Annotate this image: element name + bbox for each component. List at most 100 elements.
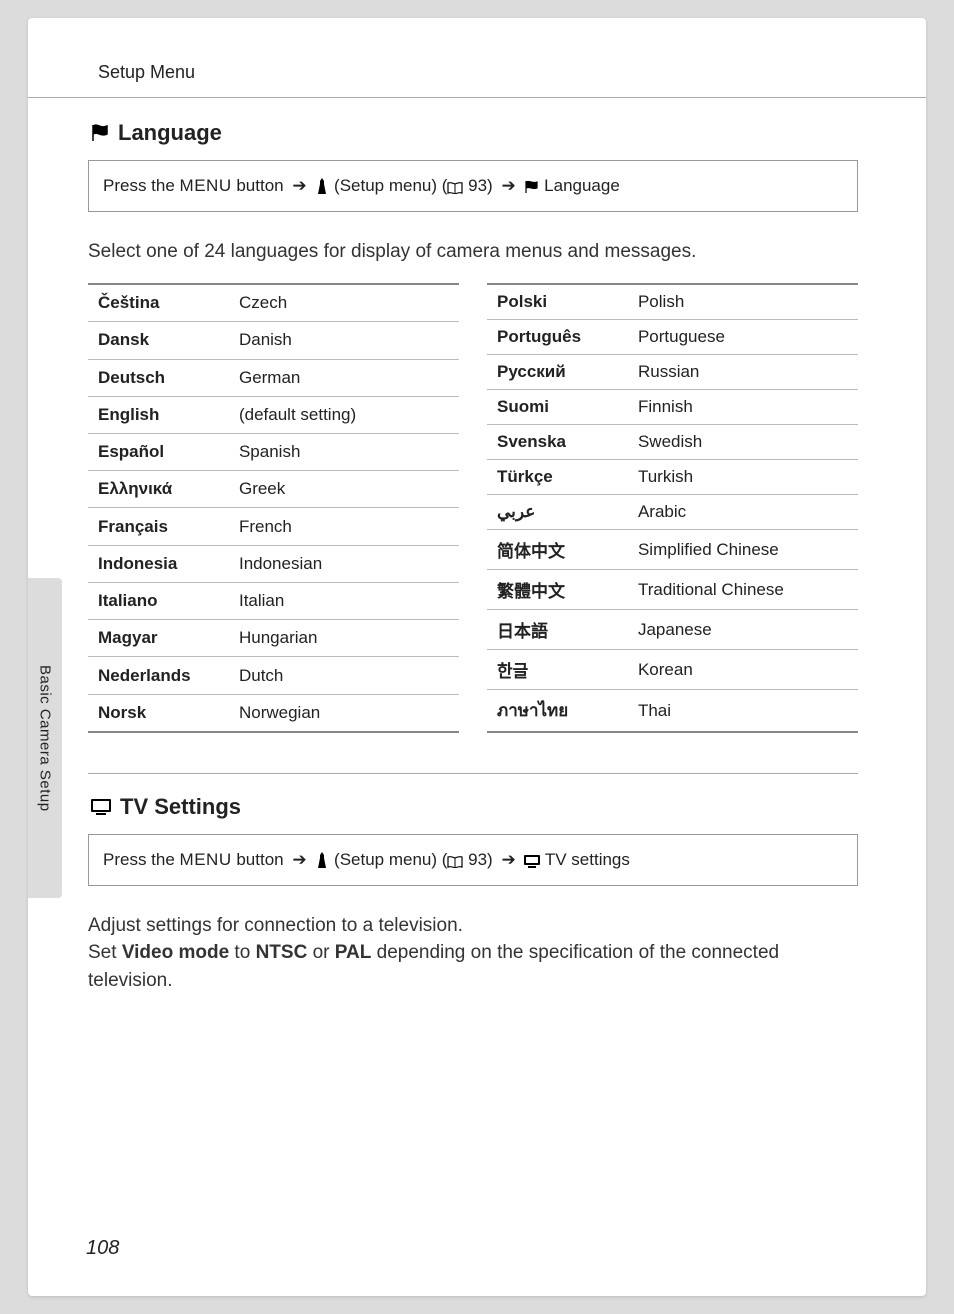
lang-english: Arabic xyxy=(628,495,858,530)
lang-native: Italiano xyxy=(88,582,229,619)
path-button-word: button xyxy=(232,176,289,195)
table-row: ČeštinaCzech xyxy=(88,284,459,322)
table-row: РусскийRussian xyxy=(487,355,858,390)
table-row: FrançaisFrench xyxy=(88,508,459,545)
lang-english: Traditional Chinese xyxy=(628,570,858,610)
lang-english: German xyxy=(229,359,459,396)
lang-native: ภาษาไทย xyxy=(487,690,628,733)
book-icon xyxy=(447,850,463,869)
table-row: 繁體中文Traditional Chinese xyxy=(487,570,858,610)
path-end: TV settings xyxy=(540,850,629,869)
lang-english: Swedish xyxy=(628,425,858,460)
manual-page: Setup Menu Language Press the MENU butto… xyxy=(28,18,926,1296)
wrench-icon xyxy=(315,850,329,869)
table-row: DanskDanish xyxy=(88,322,459,359)
table-row: DeutschGerman xyxy=(88,359,459,396)
lang-english: Finnish xyxy=(628,390,858,425)
language-path-box: Press the MENU button ➔ (Setup menu) ( 9… xyxy=(88,160,858,212)
path-prefix: Press the xyxy=(103,850,180,869)
lang-english: Italian xyxy=(229,582,459,619)
table-row: PortuguêsPortuguese xyxy=(487,320,858,355)
path-ref: 93) xyxy=(463,176,497,195)
lang-native: Русский xyxy=(487,355,628,390)
path-button-word: button xyxy=(232,850,289,869)
table-row: ΕλληνικάGreek xyxy=(88,471,459,508)
flag-icon xyxy=(90,122,110,145)
lang-native: 简体中文 xyxy=(487,530,628,570)
section-divider xyxy=(88,773,858,774)
lang-english: Greek xyxy=(229,471,459,508)
tv-path-box: Press the MENU button ➔ (Setup menu) ( 9… xyxy=(88,834,858,886)
path-end: Language xyxy=(539,176,619,195)
table-row: SuomiFinnish xyxy=(487,390,858,425)
lang-native: Čeština xyxy=(88,284,229,322)
table-row: IndonesiaIndonesian xyxy=(88,545,459,582)
lang-english: Spanish xyxy=(229,434,459,471)
path-setup: (Setup menu) ( xyxy=(329,176,447,195)
language-table-right: PolskiPolishPortuguêsPortugueseРусскийRu… xyxy=(487,283,858,733)
path-setup: (Setup menu) ( xyxy=(329,850,447,869)
lang-native: Dansk xyxy=(88,322,229,359)
lang-native: 繁體中文 xyxy=(487,570,628,610)
wrench-icon xyxy=(315,176,329,195)
lang-english: Korean xyxy=(628,650,858,690)
table-row: PolskiPolish xyxy=(487,284,858,320)
lang-native: Svenska xyxy=(487,425,628,460)
table-row: NederlandsDutch xyxy=(88,657,459,694)
language-intro: Select one of 24 languages for display o… xyxy=(88,238,858,266)
lang-native: Magyar xyxy=(88,620,229,657)
page-content: Language Press the MENU button ➔ (Setup … xyxy=(28,98,926,994)
arrow-icon: ➔ xyxy=(501,850,515,869)
language-tables: ČeštinaCzechDanskDanishDeutschGermanEngl… xyxy=(88,283,858,733)
lang-native: Español xyxy=(88,434,229,471)
lang-english: Russian xyxy=(628,355,858,390)
arrow-icon: ➔ xyxy=(501,176,515,195)
lang-english: Simplified Chinese xyxy=(628,530,858,570)
lang-english: Polish xyxy=(628,284,858,320)
lang-english: Hungarian xyxy=(229,620,459,657)
lang-native: 한글 xyxy=(487,650,628,690)
page-number: 108 xyxy=(86,1237,119,1260)
arrow-icon: ➔ xyxy=(292,176,306,195)
tv-ntsc: NTSC xyxy=(256,942,308,963)
lang-english: Thai xyxy=(628,690,858,733)
table-row: TürkçeTurkish xyxy=(487,460,858,495)
table-row: MagyarHungarian xyxy=(88,620,459,657)
lang-native: Norsk xyxy=(88,694,229,732)
table-row: SvenskaSwedish xyxy=(487,425,858,460)
tv-icon xyxy=(524,850,540,869)
lang-native: Türkçe xyxy=(487,460,628,495)
tv-icon xyxy=(90,796,112,819)
table-row: EspañolSpanish xyxy=(88,434,459,471)
lang-native: Indonesia xyxy=(88,545,229,582)
tv-videomode: Video mode xyxy=(122,942,229,963)
side-tab: Basic Camera Setup xyxy=(28,578,62,898)
tv-intro-line1: Adjust settings for connection to a tele… xyxy=(88,915,463,936)
tv-intro-to: to xyxy=(229,942,255,963)
lang-native: English xyxy=(88,396,229,433)
lang-english: Portuguese xyxy=(628,320,858,355)
table-row: English(default setting) xyxy=(88,396,459,433)
table-row: NorskNorwegian xyxy=(88,694,459,732)
table-row: ItalianoItalian xyxy=(88,582,459,619)
lang-english: Danish xyxy=(229,322,459,359)
path-prefix: Press the xyxy=(103,176,180,195)
lang-native: Suomi xyxy=(487,390,628,425)
lang-english: Norwegian xyxy=(229,694,459,732)
table-row: عربيArabic xyxy=(487,495,858,530)
page-header: Setup Menu xyxy=(28,18,926,97)
side-tab-label: Basic Camera Setup xyxy=(37,665,54,812)
table-row: ภาษาไทยThai xyxy=(487,690,858,733)
lang-english: Czech xyxy=(229,284,459,322)
table-row: 한글Korean xyxy=(487,650,858,690)
path-ref: 93) xyxy=(463,850,497,869)
tv-heading-text: TV Settings xyxy=(120,794,241,820)
lang-native: 日本語 xyxy=(487,610,628,650)
lang-native: عربي xyxy=(487,495,628,530)
lang-native: Polski xyxy=(487,284,628,320)
language-heading: Language xyxy=(90,120,858,146)
lang-native: Deutsch xyxy=(88,359,229,396)
arrow-icon: ➔ xyxy=(292,850,306,869)
lang-native: Français xyxy=(88,508,229,545)
table-row: 简体中文Simplified Chinese xyxy=(487,530,858,570)
